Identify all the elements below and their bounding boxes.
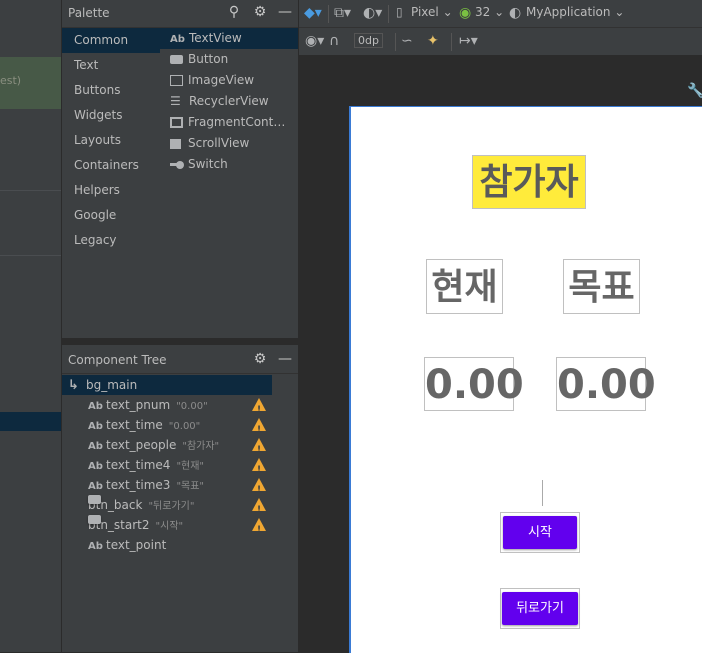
- warning-icon[interactable]: [252, 458, 266, 480]
- palette-widget-fragmentcontainer[interactable]: FragmentCont…: [160, 112, 298, 133]
- palette-category-containers[interactable]: Containers: [62, 153, 160, 178]
- fragmentcontainer-icon: [170, 117, 183, 128]
- gear-icon[interactable]: ⚙: [252, 351, 268, 367]
- api-dropdown[interactable]: 32 ⌄: [475, 5, 504, 19]
- palette-category-google[interactable]: Google: [62, 203, 160, 228]
- minimize-icon[interactable]: —: [277, 4, 293, 20]
- textview-icon: Ab: [88, 441, 103, 452]
- palette-categories: Common Text Buttons Widgets Layouts Cont…: [62, 28, 160, 253]
- palette-panel: Palette ⚲ ⚙ — Common Text Buttons Widget…: [62, 0, 298, 338]
- textview-icon: Ab: [88, 541, 103, 552]
- palette-header: Palette ⚲ ⚙ —: [62, 0, 298, 28]
- magnet-icon[interactable]: ∩: [329, 33, 339, 49]
- scrollview-icon: [170, 138, 181, 149]
- clear-constraints-icon[interactable]: ∽: [401, 33, 413, 49]
- app-theme-icon: ◐: [509, 5, 522, 21]
- tree-item[interactable]: Ab text_time "0.00": [62, 415, 298, 440]
- wrench-icon[interactable]: 🔧: [687, 83, 702, 99]
- button-icon: [88, 515, 101, 524]
- warning-icon[interactable]: [252, 418, 266, 440]
- textview-icon: Ab: [170, 34, 185, 45]
- search-icon[interactable]: ⚲: [226, 4, 242, 20]
- palette-widget-imageview[interactable]: ImageView: [160, 70, 298, 91]
- editor-selection: [0, 412, 61, 431]
- imageview-icon: [170, 75, 183, 86]
- component-tree-title: Component Tree: [68, 353, 167, 367]
- text-people[interactable]: 참가자: [472, 155, 586, 209]
- palette-widget-recyclerview[interactable]: ☰ RecyclerView: [160, 91, 298, 112]
- textview-icon: Ab: [88, 421, 103, 432]
- palette-title: Palette: [68, 6, 110, 20]
- palette-category-widgets[interactable]: Widgets: [62, 103, 160, 128]
- tree-item[interactable]: Ab text_pnum "0.00": [62, 395, 298, 420]
- component-tree-rows: ↳bg_main Abtext_pnum"0.00" Abtext_time"0…: [62, 375, 298, 555]
- palette-widgets: Ab TextView Button ImageView ☰ RecyclerVie…: [160, 28, 298, 175]
- warning-icon[interactable]: [252, 518, 266, 540]
- warning-icon[interactable]: [252, 438, 266, 460]
- layers-icon[interactable]: ◆▾: [304, 5, 322, 21]
- textview-icon: Ab: [88, 401, 103, 412]
- palette-category-buttons[interactable]: Buttons: [62, 78, 160, 103]
- tree-item[interactable]: Ab text_time4 "현재": [62, 455, 298, 480]
- recyclerview-icon: ☰: [170, 94, 181, 108]
- device-preview: 참가자 현재 목표 0.00 0.00 시작 뒤로가기: [349, 106, 702, 653]
- palette-category-text[interactable]: Text: [62, 53, 160, 78]
- gear-icon[interactable]: ⚙: [252, 4, 268, 20]
- layout-toolbar: ◉▾ ∩ 0dp ∽ ✦ ↦▾: [299, 28, 702, 55]
- text-time[interactable]: 0.00: [556, 357, 656, 411]
- android-icon: ◉: [459, 5, 472, 21]
- back-button[interactable]: 뒤로가기: [502, 592, 578, 625]
- editor-strip: est): [0, 0, 61, 652]
- text-pnum[interactable]: 0.00: [424, 357, 524, 411]
- tree-item[interactable]: Ab text_point: [62, 535, 298, 555]
- text-point-marker: [542, 480, 543, 506]
- start-button[interactable]: 시작: [503, 516, 577, 549]
- component-tree-panel: Component Tree ⚙ — ↳ bg_main Ab text_pnum "…: [62, 345, 298, 652]
- margin-dropdown[interactable]: 0dp: [354, 33, 383, 48]
- warning-icon[interactable]: [252, 498, 266, 520]
- design-canvas: 🔧 참가자 현재 목표 0.00 0.00 시작 뒤로가기: [299, 56, 702, 653]
- device-icon: ▯: [396, 5, 403, 19]
- component-tree-header: Component Tree ⚙ —: [62, 345, 298, 374]
- palette-widget-scrollview[interactable]: ScrollView: [160, 133, 298, 154]
- view-options-icon[interactable]: ◉▾: [305, 33, 324, 49]
- infer-constraints-icon[interactable]: ✦: [427, 33, 439, 49]
- tree-item[interactable]: btn_start2 "시작": [62, 515, 298, 540]
- tree-item[interactable]: btn_back "뒤로가기": [62, 495, 298, 520]
- palette-category-helpers[interactable]: Helpers: [62, 178, 160, 203]
- palette-category-layouts[interactable]: Layouts: [62, 128, 160, 153]
- warning-icon[interactable]: [252, 398, 266, 420]
- textview-icon: Ab: [88, 481, 103, 492]
- tree-item[interactable]: Ab text_time3 "목표": [62, 475, 298, 500]
- guidelines-icon[interactable]: ↦▾: [459, 33, 478, 49]
- palette-category-common[interactable]: Common: [62, 28, 160, 53]
- switch-icon: [170, 160, 184, 169]
- button-icon: [170, 55, 183, 64]
- tree-item[interactable]: Ab text_people "참가자": [62, 435, 298, 460]
- button-icon: [88, 495, 101, 504]
- palette-widget-switch[interactable]: Switch: [160, 154, 298, 175]
- device-dropdown[interactable]: Pixel ⌄: [411, 5, 453, 19]
- tree-item-bg-main[interactable]: ↳ bg_main: [62, 375, 272, 395]
- text-time3[interactable]: 목표: [563, 259, 640, 314]
- warning-icon[interactable]: [252, 478, 266, 500]
- theme-icon[interactable]: ◐▾: [363, 5, 382, 21]
- design-toolbar: ◆▾ ⧉▾ ◐▾ ▯ Pixel ⌄ ◉ 32 ⌄ ◐ MyApplicatio…: [299, 0, 702, 28]
- app-dropdown[interactable]: MyApplication ⌄: [526, 5, 624, 19]
- orientation-icon[interactable]: ⧉▾: [334, 5, 351, 21]
- palette-widget-button[interactable]: Button: [160, 49, 298, 70]
- editor-fragment: est): [0, 74, 22, 87]
- constraint-layout-icon: ↳: [68, 378, 79, 393]
- palette-category-legacy[interactable]: Legacy: [62, 228, 160, 253]
- minimize-icon[interactable]: —: [277, 351, 293, 367]
- textview-icon: Ab: [88, 461, 103, 472]
- text-time4[interactable]: 현재: [426, 259, 503, 314]
- palette-widget-textview[interactable]: Ab TextView: [160, 28, 298, 49]
